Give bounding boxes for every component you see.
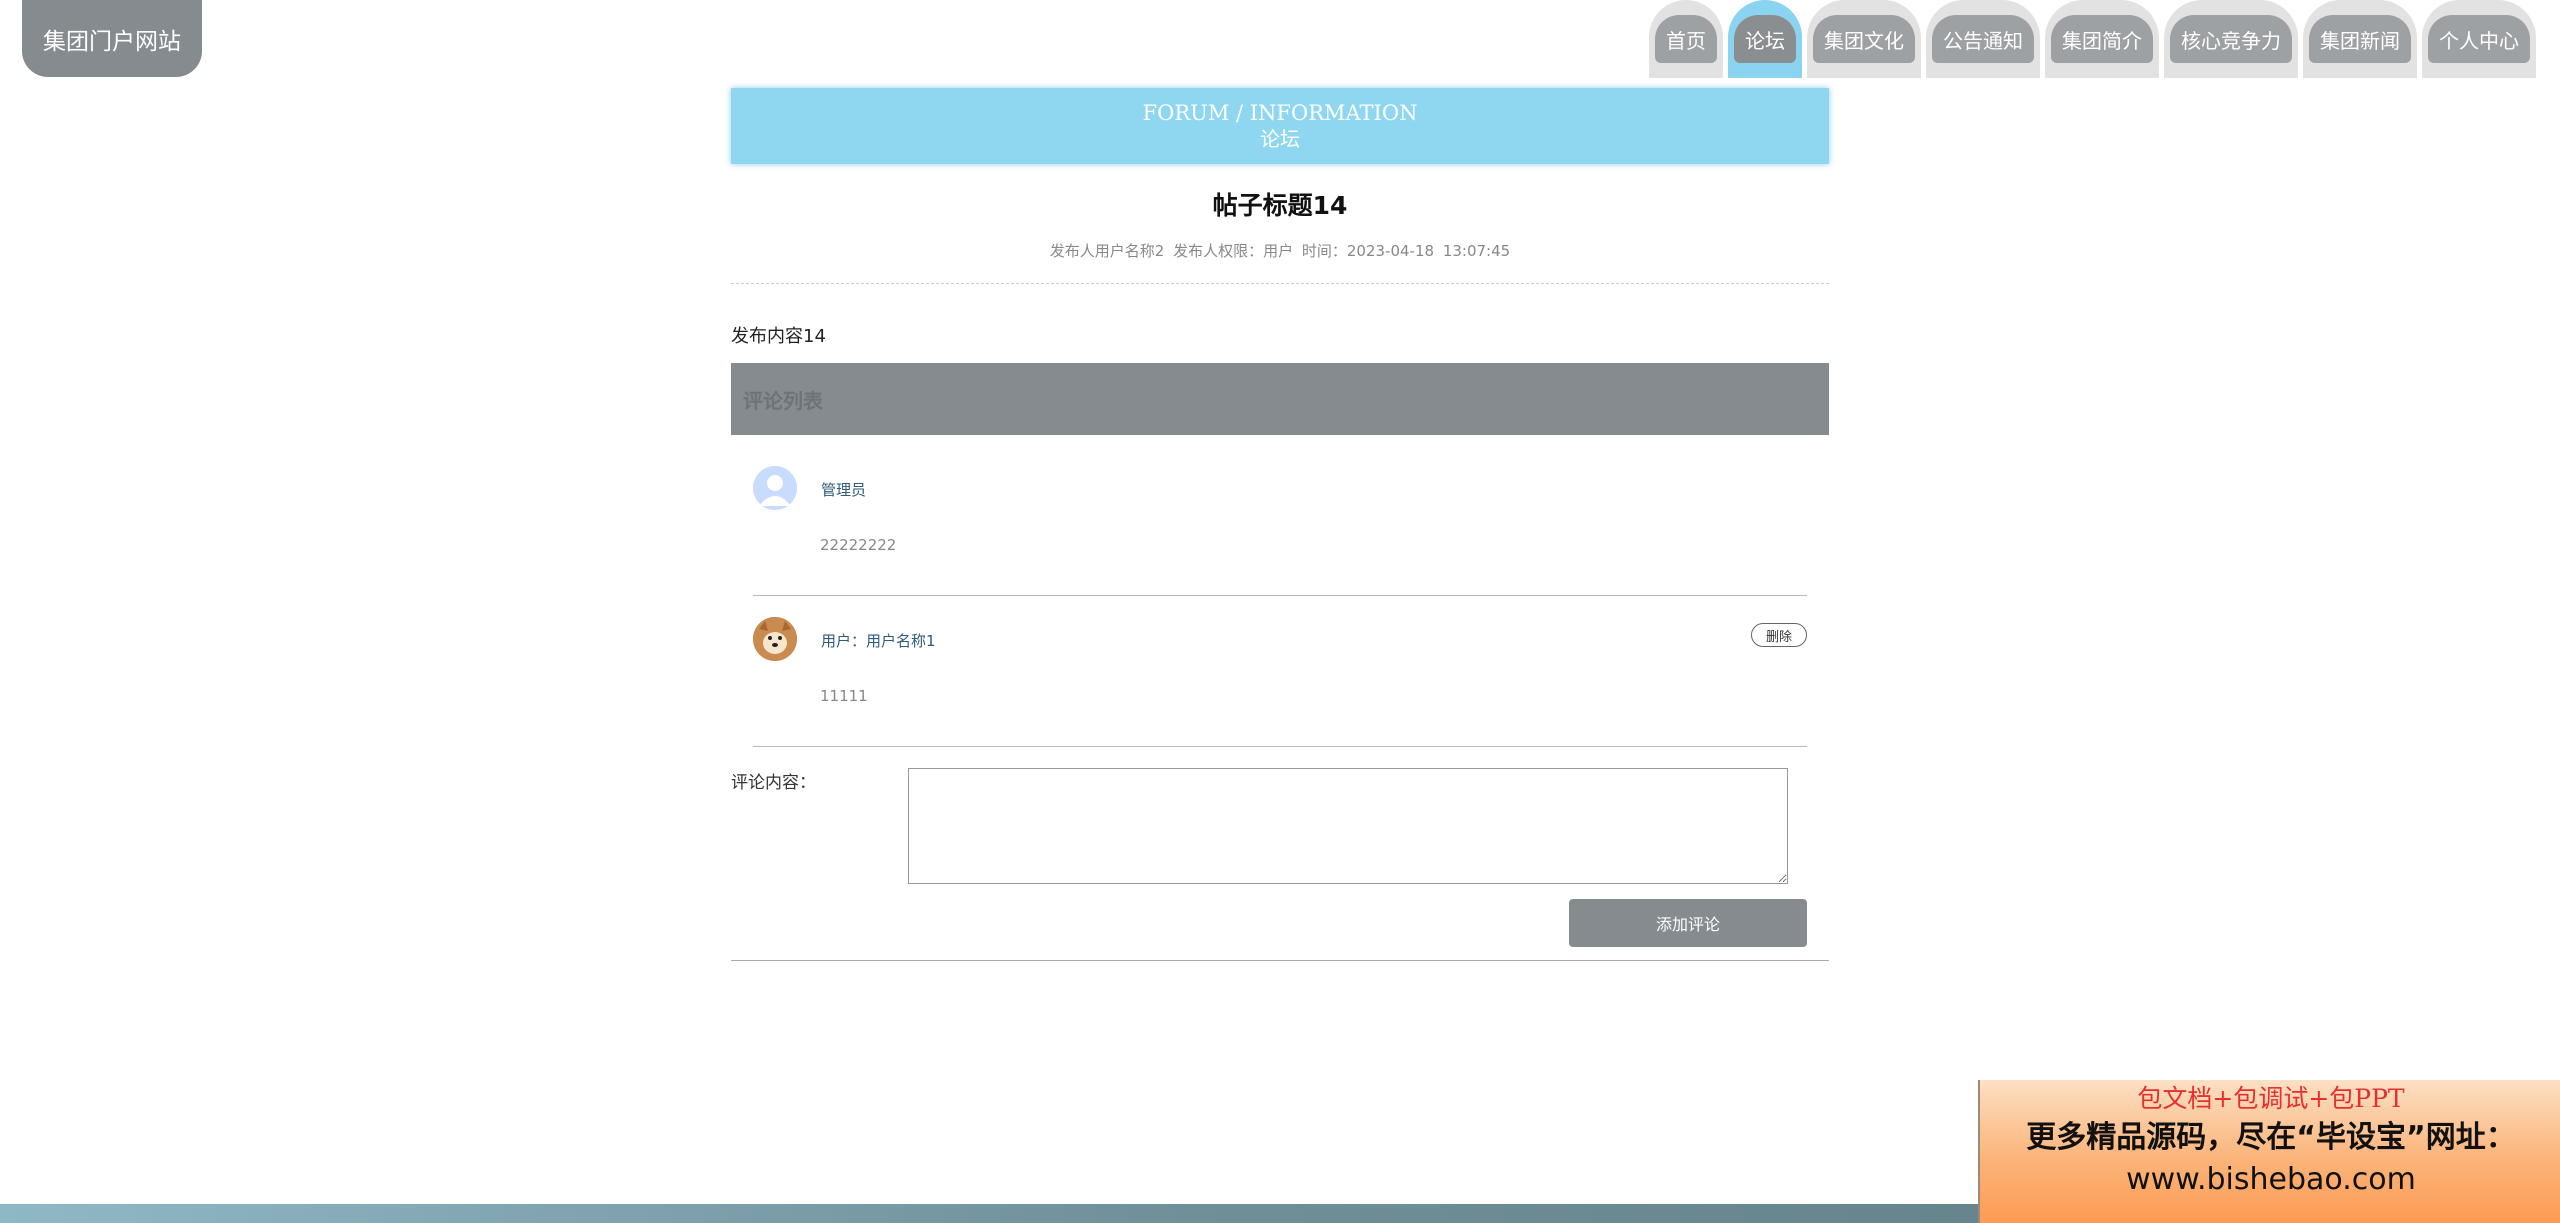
add-comment-button[interactable]: 添加评论 (1569, 899, 1807, 947)
post-title: 帖子标题14 (1212, 191, 1348, 220)
nav-label: 首页 (1655, 15, 1717, 63)
comment-form-label: 评论内容： (731, 773, 816, 793)
banner-chinese-title: 论坛 (1260, 127, 1300, 151)
comment-item: 用户：用户名称1 删除 11111 (753, 617, 1807, 747)
nav-item-competitiveness[interactable]: 核心竞争力 (2164, 0, 2298, 78)
meta-divider (731, 283, 1829, 284)
ad-line-2: 更多精品源码，尽在“毕设宝”网址： (2026, 1120, 2516, 1155)
comment-text: 22222222 (820, 536, 897, 554)
dog-avatar (753, 617, 797, 661)
post-content: 发布内容14 (731, 326, 826, 347)
nav-item-profile[interactable]: 个人中心 (2422, 0, 2536, 78)
ad-line-1: 包文档+包调试+包PPT (2137, 1084, 2405, 1113)
banner-english-title: FORUM / INFORMATION (1142, 101, 1418, 125)
nav-label: 核心竞争力 (2170, 15, 2292, 63)
nav-label: 集团新闻 (2309, 15, 2411, 63)
nav-item-about[interactable]: 集团简介 (2045, 0, 2159, 78)
nav-label: 公告通知 (1932, 15, 2034, 63)
comment-text: 11111 (820, 687, 868, 705)
comment-divider (753, 595, 1807, 596)
comment-item: 管理员 22222222 (753, 466, 1807, 596)
comments-header: 评论列表 (731, 363, 1829, 435)
comment-textarea[interactable] (908, 768, 1788, 884)
comment-author: 用户：用户名称1 (821, 632, 936, 650)
delete-button[interactable]: 删除 (1751, 623, 1807, 647)
nav-item-forum[interactable]: 论坛 (1728, 0, 1802, 78)
nav-label: 个人中心 (2428, 15, 2530, 63)
post-meta: 发布人用户名称2 发布人权限：用户 时间：2023-04-18 13:07:45 (1049, 242, 1511, 260)
nav-item-notices[interactable]: 公告通知 (1926, 0, 2040, 78)
ad-line-3: www.bishebao.com (2126, 1162, 2416, 1197)
nav-label: 集团简介 (2051, 15, 2153, 63)
site-title: 集团门户网站 (43, 28, 181, 55)
footer-bar (0, 1204, 1978, 1223)
comment-divider (753, 746, 1807, 747)
comments-header-label: 评论列表 (743, 388, 823, 413)
section-banner: FORUM / INFORMATION 论坛 (731, 88, 1829, 164)
nav-label: 论坛 (1734, 15, 1796, 63)
nav-item-home[interactable]: 首页 (1649, 0, 1723, 78)
user-silhouette-icon (753, 466, 797, 510)
nav-item-culture[interactable]: 集团文化 (1807, 0, 1921, 78)
advertisement-banner[interactable]: 包文档+包调试+包PPT 更多精品源码，尽在“毕设宝”网址： www.bishe… (1978, 1080, 2560, 1223)
nav-label: 集团文化 (1813, 15, 1915, 63)
comment-author: 管理员 (821, 481, 867, 499)
main-nav: 首页 论坛 集团文化 公告通知 集团简介 核心竞争力 集团新闻 个人中心 (1649, 0, 2536, 78)
form-divider (731, 960, 1829, 961)
nav-item-news[interactable]: 集团新闻 (2303, 0, 2417, 78)
site-logo[interactable]: 集团门户网站 (22, 0, 202, 77)
